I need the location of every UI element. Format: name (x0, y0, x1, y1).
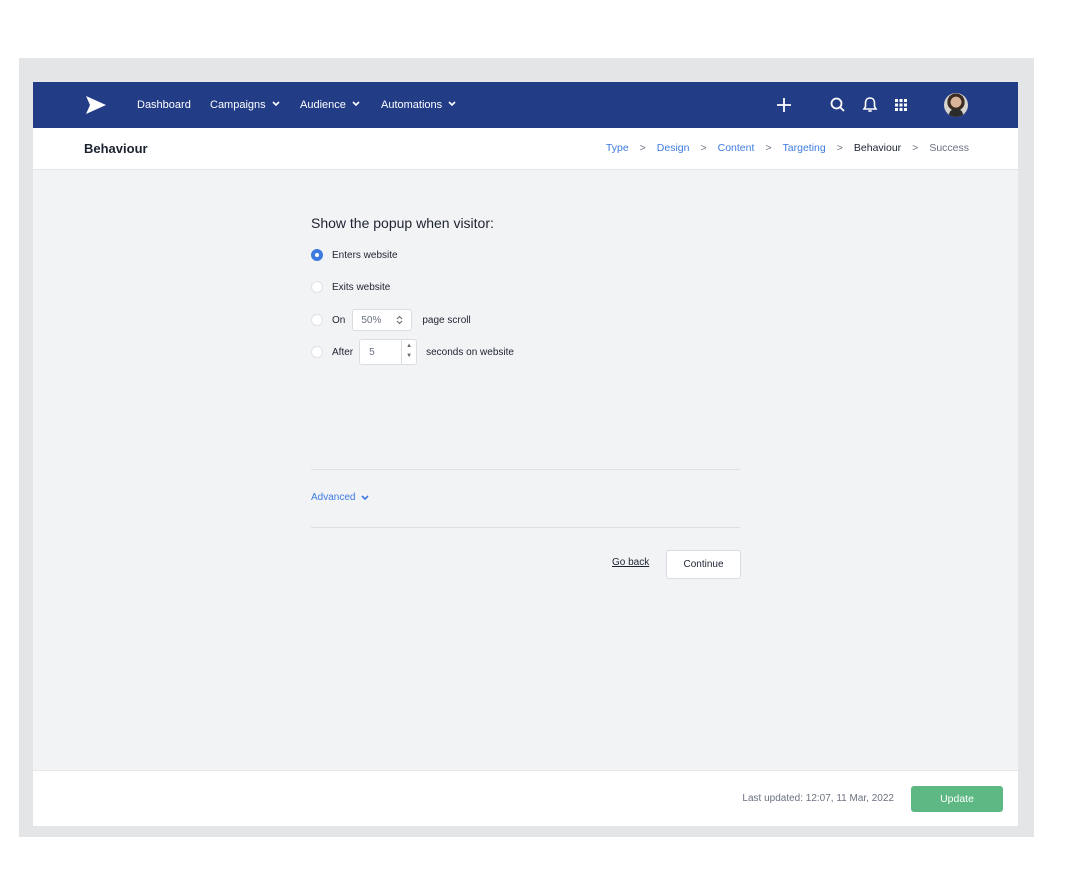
search-icon[interactable] (828, 95, 848, 115)
breadcrumb-type[interactable]: Type (606, 142, 629, 154)
update-button[interactable]: Update (911, 786, 1003, 812)
radio-after-seconds[interactable] (311, 346, 323, 358)
nav-dashboard-label: Dashboard (137, 99, 191, 111)
seconds-value: 5 (369, 346, 375, 358)
breadcrumb-separator: > (765, 142, 772, 154)
nav-campaigns-label: Campaigns (210, 99, 266, 111)
go-back-link[interactable]: Go back (612, 557, 649, 568)
breadcrumb-separator: > (836, 142, 843, 154)
breadcrumb: Type > Design > Content > Targeting > Behaviour >… (606, 128, 969, 169)
scroll-percent-select[interactable]: 50% (352, 309, 413, 331)
option-after-seconds[interactable]: After 5 ▲ ▼ seconds on website (311, 339, 514, 365)
option-enters-label: Enters website (332, 249, 398, 261)
option-on-label: On (332, 314, 346, 326)
advanced-toggle[interactable]: Advanced (311, 492, 370, 503)
form-heading: Show the popup when visitor: (311, 215, 494, 231)
radio-enters-website[interactable] (311, 249, 323, 261)
advanced-label: Advanced (311, 492, 356, 503)
seconds-stepper[interactable]: 5 ▲ ▼ (359, 339, 418, 365)
scroll-percent-value: 50% (361, 314, 382, 326)
breadcrumb-separator: > (700, 142, 707, 154)
nav-audience-label: Audience (300, 99, 346, 111)
bell-icon[interactable] (860, 95, 880, 115)
chevron-down-icon (448, 101, 456, 107)
top-nav: Dashboard Campaigns Audience Automations (33, 82, 1018, 128)
stepper-down-icon[interactable]: ▼ (406, 353, 412, 359)
divider (311, 469, 740, 470)
option-exits-website[interactable]: Exits website (311, 278, 390, 296)
last-updated-text: Last updated: 12:07, 11 Mar, 2022 (742, 793, 894, 804)
option-scroll-suffix: page scroll (422, 314, 471, 326)
chevron-down-icon (361, 494, 370, 500)
radio-page-scroll[interactable] (311, 314, 323, 326)
chevron-down-icon (272, 101, 280, 107)
divider (311, 527, 740, 528)
nav-dashboard[interactable]: Dashboard (137, 82, 191, 128)
app-window: Dashboard Campaigns Audience Automations (33, 82, 1018, 826)
breadcrumb-separator: > (912, 142, 919, 154)
nav-campaigns[interactable]: Campaigns (210, 82, 280, 128)
stepper-buttons[interactable]: ▲ ▼ (401, 340, 416, 364)
apps-grid-icon[interactable] (891, 95, 911, 115)
nav-automations-label: Automations (381, 99, 443, 111)
plus-icon[interactable] (774, 95, 794, 115)
nav-automations[interactable]: Automations (381, 82, 456, 128)
radio-exits-website[interactable] (311, 281, 323, 293)
chevron-down-icon (352, 101, 360, 107)
nav-audience[interactable]: Audience (300, 82, 360, 128)
continue-button[interactable]: Continue (666, 550, 741, 579)
breadcrumb-content[interactable]: Content (718, 142, 755, 154)
page-header: Behaviour Type > Design > Content > Targeting >… (33, 128, 1018, 170)
footer-bar: Last updated: 12:07, 11 Mar, 2022 Update (33, 770, 1018, 826)
breadcrumb-separator: > (639, 142, 646, 154)
option-exits-label: Exits website (332, 281, 391, 293)
select-arrows-icon (396, 315, 403, 325)
page-title: Behaviour (84, 141, 148, 156)
breadcrumb-behaviour: Behaviour (853, 142, 902, 154)
avatar[interactable] (944, 93, 968, 117)
option-after-label: After (332, 346, 354, 358)
breadcrumb-success: Success (929, 142, 969, 154)
option-seconds-suffix: seconds on website (426, 346, 514, 358)
breadcrumb-design[interactable]: Design (657, 142, 690, 154)
option-page-scroll[interactable]: On 50% page scroll (311, 309, 471, 331)
breadcrumb-targeting[interactable]: Targeting (783, 142, 826, 154)
stepper-up-icon[interactable]: ▲ (406, 343, 412, 349)
send-logo-icon[interactable] (85, 95, 107, 115)
option-enters-website[interactable]: Enters website (311, 246, 398, 264)
